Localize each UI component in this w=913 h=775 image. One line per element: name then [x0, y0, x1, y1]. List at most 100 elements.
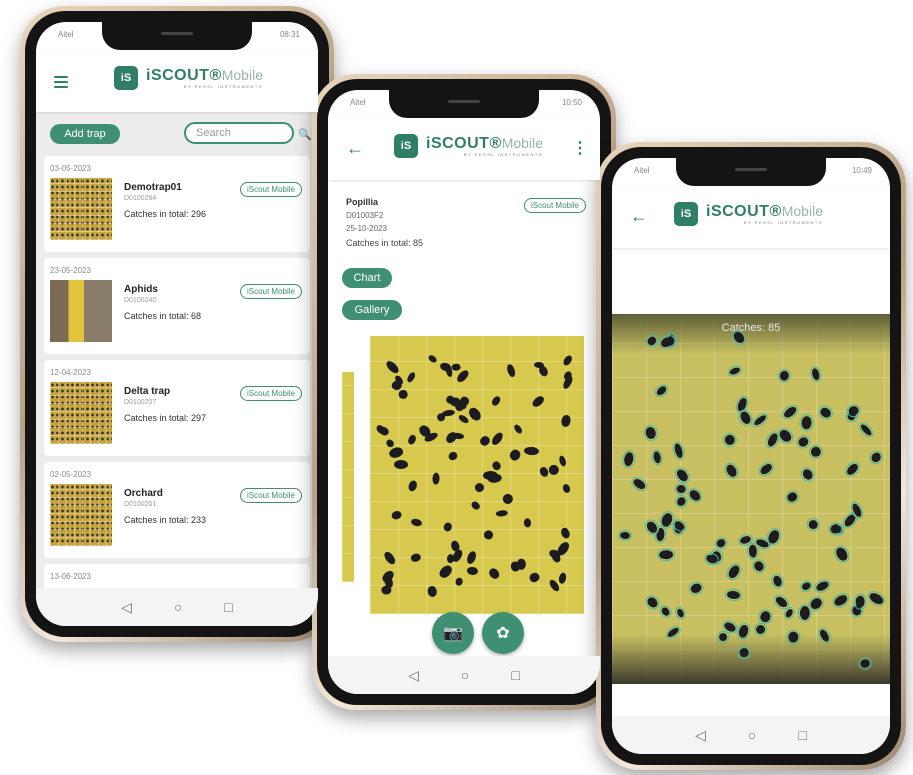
- logo-suffix: Mobile: [501, 135, 543, 151]
- beetle: [724, 559, 744, 584]
- beetle: [446, 553, 455, 564]
- beetle: [720, 617, 740, 637]
- beetle: [512, 423, 524, 435]
- notch: [102, 22, 252, 50]
- beetle: [427, 353, 439, 365]
- notch: [389, 90, 539, 118]
- beetle: [506, 362, 517, 377]
- system-nav-bar: ◁ ○ □: [328, 656, 600, 694]
- gallery-button[interactable]: Gallery: [342, 300, 402, 320]
- beetle: [490, 459, 503, 472]
- back-arrow-icon[interactable]: ←: [630, 206, 648, 227]
- trap-title: Popillia: [346, 197, 379, 207]
- flower-button[interactable]: ✿: [482, 612, 524, 654]
- nav-home-icon[interactable]: ○: [748, 727, 756, 743]
- status-time: 10:50: [561, 98, 582, 107]
- beetle: [442, 521, 453, 533]
- chart-button[interactable]: Chart: [342, 268, 392, 288]
- search-icon[interactable]: 🔍: [298, 128, 312, 141]
- beetle: [842, 458, 862, 481]
- beetle: [457, 413, 470, 425]
- beetle: [797, 464, 818, 486]
- beetle: [830, 589, 852, 611]
- trap-card[interactable]: 12-04-2023 Delta trap D0100207 Catches i…: [44, 360, 310, 456]
- menu-icon[interactable]: [54, 76, 68, 88]
- beetle: [407, 479, 419, 493]
- beetle: [746, 541, 759, 562]
- beetle: [750, 556, 769, 577]
- beetle: [715, 629, 730, 644]
- trap-card[interactable]: 23-05-2023 Aphids D0100240 Catches in to…: [44, 258, 310, 354]
- beetle: [808, 443, 824, 460]
- beetle: [786, 629, 801, 645]
- beetle: [559, 526, 571, 540]
- nav-home-icon[interactable]: ○: [174, 599, 182, 615]
- beetle: [867, 447, 886, 467]
- beetle: [382, 549, 397, 566]
- beetle: [452, 363, 461, 371]
- beetle: [407, 433, 418, 446]
- beetle: [642, 422, 659, 442]
- beetle: [673, 482, 689, 497]
- trap-thumbnail: [50, 178, 112, 240]
- phone-screen: Aitel 08:31 iS iSCOUT®Mobile BY PESSL IN…: [36, 22, 318, 626]
- phone-screen: Aitel 10:49 ← iS iSCOUT®Mobile BY PESSL …: [612, 158, 890, 754]
- add-trap-button[interactable]: Add trap: [50, 124, 120, 144]
- beetle: [482, 528, 495, 541]
- photo-bottom-shade: [612, 634, 890, 684]
- more-vert-icon[interactable]: ⋮: [572, 138, 588, 158]
- nav-back-icon[interactable]: ◁: [121, 599, 132, 616]
- status-carrier: Aitel: [350, 98, 366, 107]
- back-arrow-icon[interactable]: ←: [346, 138, 364, 159]
- device-badge: iScout Mobile: [239, 488, 302, 503]
- beetle: [684, 484, 705, 506]
- beetle: [779, 401, 801, 424]
- detection-photo[interactable]: Catches: 85: [612, 314, 890, 684]
- phone-screen: Aitel 10:50 ← iS iSCOUT®Mobile BY PESSL …: [328, 90, 600, 694]
- nav-home-icon[interactable]: ○: [461, 667, 469, 683]
- beetle: [432, 471, 441, 485]
- beetle: [560, 413, 572, 428]
- app-bar: iS iSCOUT®Mobile BY PESSL INSTRUMENTS: [36, 50, 318, 112]
- trap-card[interactable]: 02-05-2023 Orchard D0100201 Catches in t…: [44, 462, 310, 558]
- card-date: 23-05-2023: [50, 266, 91, 275]
- phone-bezel: Aitel 10:49 ← iS iSCOUT®Mobile BY PESSL …: [601, 147, 901, 765]
- camera-button[interactable]: 📷: [432, 612, 474, 654]
- beetle: [853, 592, 867, 611]
- search-input[interactable]: Search: [184, 122, 294, 144]
- beetle: [794, 433, 814, 451]
- trap-photo[interactable]: [370, 336, 584, 614]
- nav-recents-icon[interactable]: □: [224, 599, 232, 615]
- beetle: [536, 364, 549, 378]
- beetle: [756, 607, 774, 626]
- beetle: [465, 550, 478, 566]
- beetle: [809, 363, 822, 385]
- beetle: [798, 603, 812, 623]
- nav-back-icon[interactable]: ◁: [695, 727, 706, 744]
- beetle: [771, 591, 792, 613]
- logo-mark: iS: [674, 202, 698, 226]
- beetle: [467, 405, 484, 422]
- trap-thumbnail: [50, 484, 112, 546]
- nav-recents-icon[interactable]: □: [798, 727, 806, 743]
- logo-mark: iS: [394, 134, 418, 158]
- nav-recents-icon[interactable]: □: [511, 667, 519, 683]
- beetle: [388, 445, 405, 460]
- device-badge: iScout Mobile: [239, 284, 302, 299]
- trap-photo-side: [342, 372, 354, 582]
- logo-suffix: Mobile: [781, 203, 823, 219]
- logo-name: iSCOUT®: [146, 67, 222, 84]
- beetle: [655, 524, 667, 546]
- beetle: [724, 588, 743, 602]
- logo-suffix: Mobile: [221, 67, 263, 83]
- beetle: [643, 592, 663, 613]
- trap-card[interactable]: 03-05-2023 Demotrap01 D0100264 Catches i…: [44, 156, 310, 252]
- trap-card[interactable]: 13-06-2023: [44, 564, 310, 588]
- nav-back-icon[interactable]: ◁: [408, 667, 419, 684]
- card-id: D0100201: [124, 501, 157, 508]
- beetle: [656, 602, 673, 621]
- phone-bezel: Aitel 10:50 ← iS iSCOUT®Mobile BY PESSL …: [317, 79, 611, 705]
- beetle: [769, 570, 786, 591]
- flower-icon: ✿: [496, 625, 510, 642]
- beetle: [561, 483, 572, 494]
